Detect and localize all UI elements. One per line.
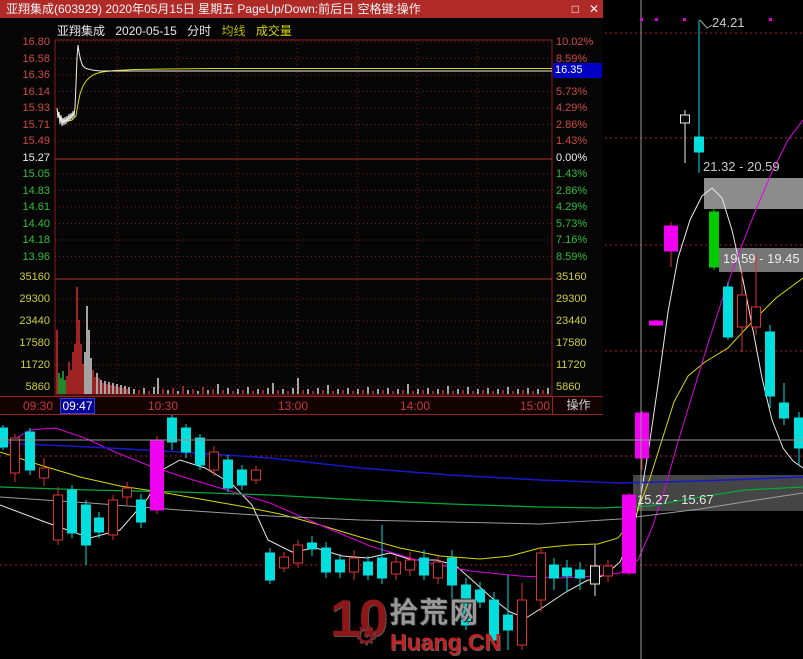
price-axis-label: 16.58 [22, 52, 50, 65]
time-axis: 09:47 操作 09:30 10:30 13:00 14:00 15:00 [0, 396, 603, 415]
pct-axis-label: 5.73% [556, 85, 588, 98]
volume-axis-label: 35160 [556, 271, 587, 283]
time-label: 09:30 [22, 399, 54, 413]
volume-axis-label: 17580 [556, 337, 587, 349]
pct-axis-label: 1.43% [556, 168, 588, 180]
time-label: 10:30 [147, 399, 179, 413]
watermark-logo: 10 ⚙ 拾荒网 Huang.CN [330, 591, 501, 656]
pct-axis-label: 2.86% [556, 118, 588, 131]
time-tag: 09:47 [60, 398, 95, 414]
price-axis-label: 15.27 [22, 151, 50, 164]
annotation-range-1: 21.32 - 20.59 [703, 159, 780, 174]
price-axis-label: 14.18 [22, 234, 50, 246]
price-axis-label: 14.40 [22, 217, 50, 230]
price-axis-label: 15.93 [22, 102, 50, 114]
pct-axis-label: 7.16% [556, 234, 588, 246]
time-label: 13:00 [277, 399, 309, 413]
watermark-brand: Huang.CN [389, 629, 502, 655]
volume-axis-label: 35160 [19, 271, 50, 283]
volume-axis-label: 29300 [19, 293, 50, 305]
volume-axis-label: 23440 [556, 315, 587, 327]
annotation-range-2: 19.59 - 19.45 [723, 251, 800, 266]
volume-axis-label: 11720 [20, 359, 50, 371]
pct-axis-label: 5.73% [556, 217, 588, 230]
price-axis-label: 14.61 [22, 201, 50, 213]
pct-axis-label: 2.86% [556, 184, 588, 197]
price-axis-label: 15.49 [22, 135, 50, 147]
price-axis-label: 16.14 [22, 85, 50, 98]
price-axis-label: 16.36 [22, 69, 50, 81]
pct-axis-label: 1.43% [556, 135, 588, 147]
price-axis-label: 15.71 [22, 118, 50, 131]
gear-icon: ⚙ [354, 620, 378, 650]
pct-axis-label: 4.29% [556, 102, 588, 114]
time-label: 15:00 [519, 399, 551, 413]
pct-axis-label: 8.59% [556, 250, 588, 263]
intraday-chart-canvas[interactable] [0, 0, 603, 415]
action-menu[interactable]: 操作 [552, 397, 604, 414]
volume-axis-label: 11720 [556, 359, 586, 371]
price-axis-label: 13.96 [22, 250, 50, 263]
pct-axis-label: 10.02% [556, 36, 594, 48]
annotation-day-high: 24.21 [712, 15, 745, 30]
price-axis-label: 14.83 [22, 184, 50, 197]
close-price-tag: 16.35 [553, 63, 602, 78]
annotation-range-3: 15.27 - 15.67 [637, 492, 714, 507]
time-label: 14:00 [399, 399, 431, 413]
price-axis-label: 16.80 [22, 36, 50, 48]
intraday-panel: 亚翔集成(603929) 2020年05月15日 星期五 PageUp/Down… [0, 0, 603, 415]
price-axis-label: 15.05 [22, 168, 50, 180]
volume-axis-label: 5860 [556, 381, 581, 393]
volume-axis-label: 5860 [25, 381, 50, 393]
watermark-number: 10 ⚙ [330, 591, 388, 656]
watermark-site: 拾荒网 [389, 597, 480, 628]
trading-app: 24.21 21.32 - 20.59 19.59 - 19.45 15.27 … [0, 0, 803, 659]
volume-axis-label: 29300 [556, 293, 587, 305]
volume-axis-label: 23440 [19, 315, 50, 327]
volume-axis-label: 17580 [19, 337, 50, 349]
pct-axis-label: 0.00% [556, 151, 588, 164]
pct-axis-label: 4.29% [556, 201, 588, 213]
